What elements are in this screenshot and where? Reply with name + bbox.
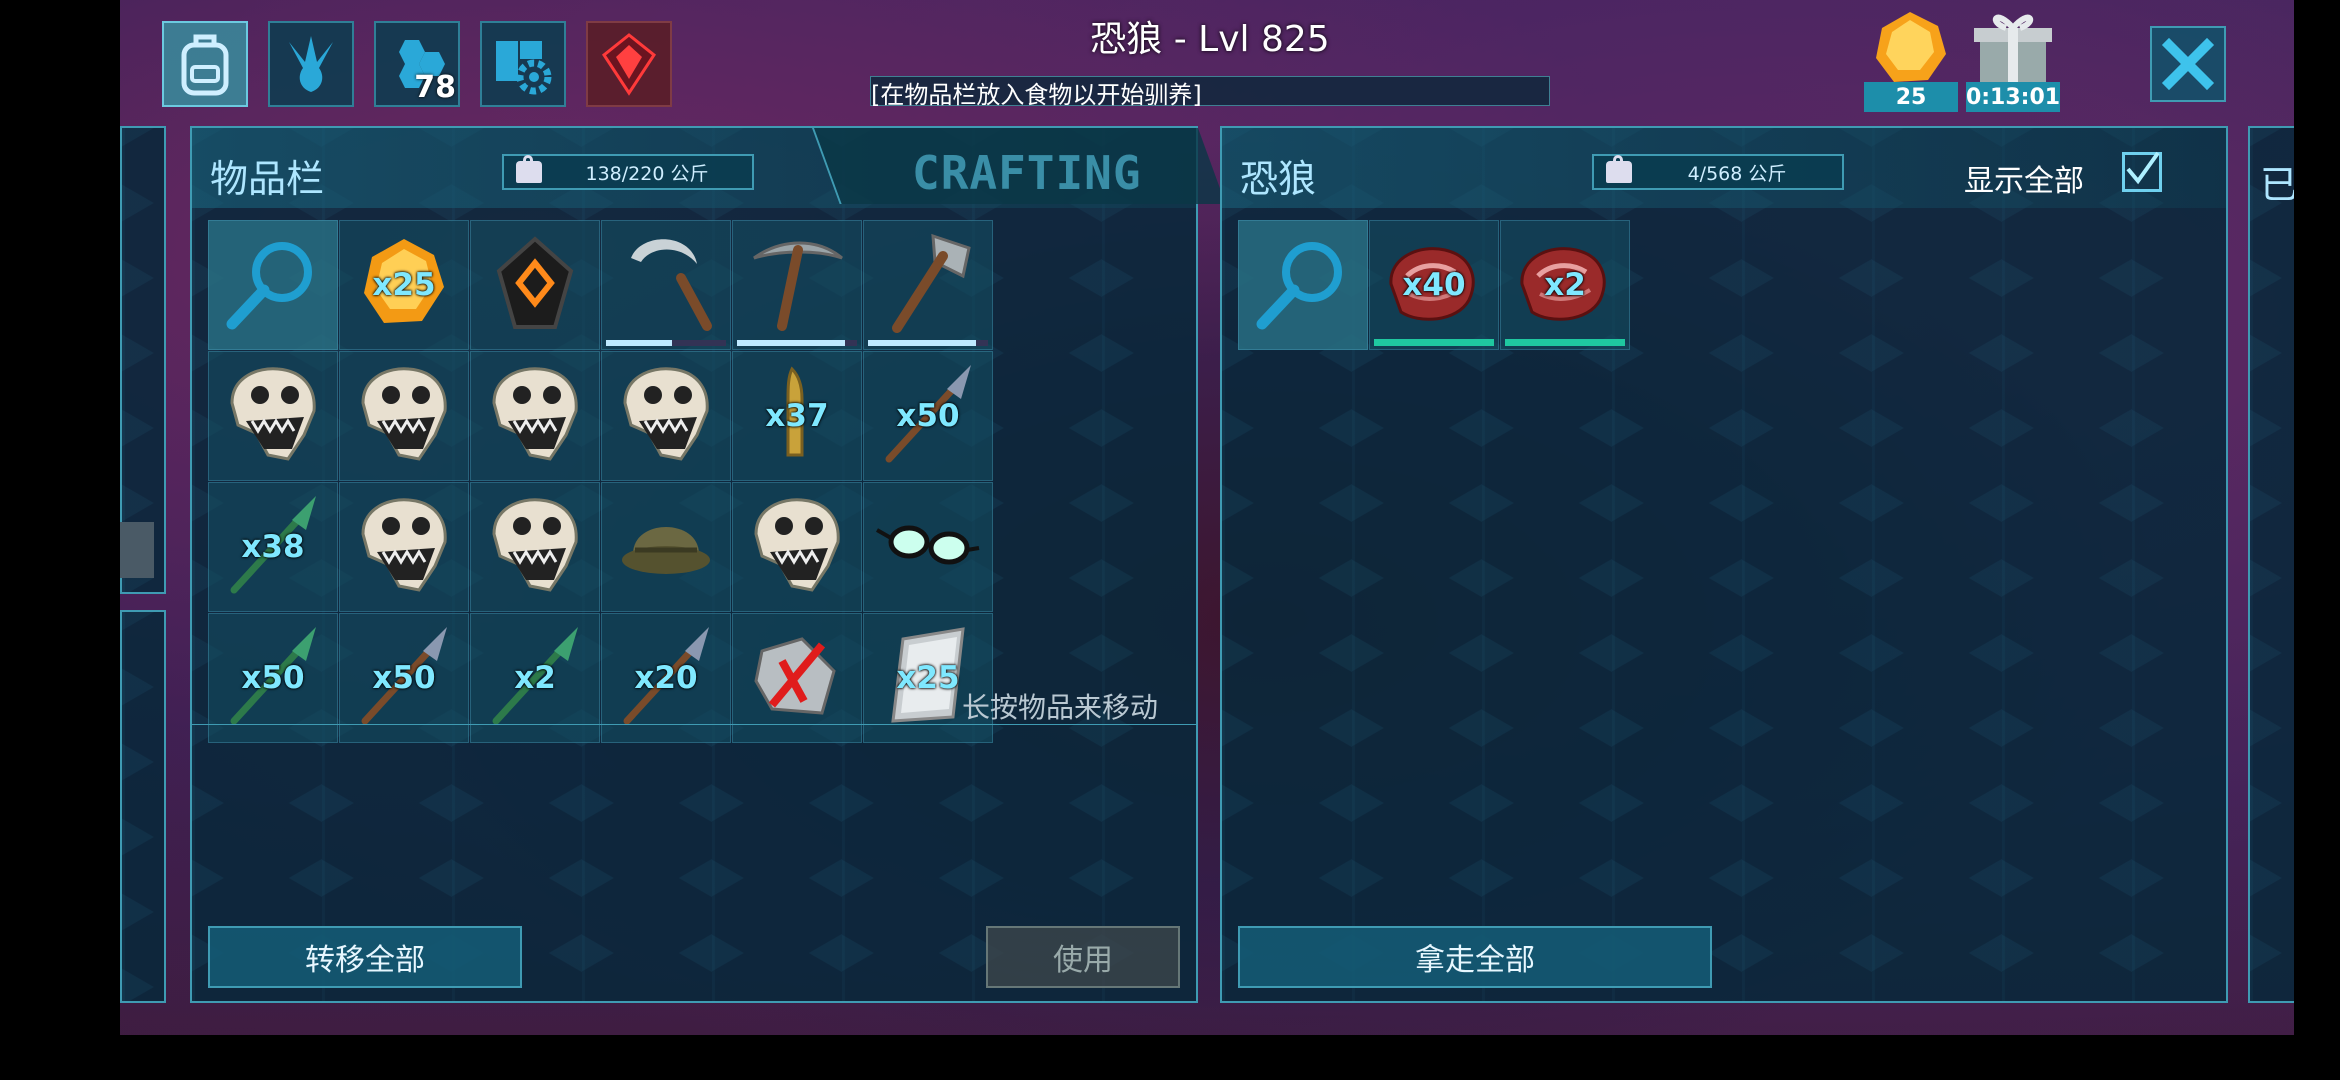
inventory-slot[interactable] <box>339 351 469 481</box>
element-counter: 25 <box>1864 8 1958 112</box>
gift-box-icon <box>1974 14 2052 84</box>
inventory-weight-text: 138/220 公斤 <box>585 162 709 185</box>
game-scene: 78 恐狼 - Lvl 825 [在物品栏放入食物以开始驯养] 25 0:13:… <box>120 0 2294 1035</box>
book-gear-icon <box>496 41 552 95</box>
backpack-icon <box>181 34 229 96</box>
inventory-slot[interactable]: x40 <box>1369 220 1499 350</box>
inventory-weight: 138/220 公斤 <box>502 154 754 190</box>
item-quantity: x20 <box>634 660 698 696</box>
check-icon <box>2126 151 2160 185</box>
settings-tab[interactable] <box>480 21 566 107</box>
creature-grid: x40 x2 <box>1238 220 2023 350</box>
far-right-panel: 已 <box>2248 126 2294 1003</box>
creature-weight: 4/568 公斤 <box>1592 154 1844 190</box>
weight-icon <box>1606 155 1632 183</box>
engram-badge: 78 <box>414 70 456 105</box>
engrams-tab[interactable]: 78 <box>374 21 460 107</box>
inventory-slot[interactable] <box>470 482 600 612</box>
inventory-grid: x25 x37 x50 x38 x50 x50 x2 x20 x25 <box>208 220 993 743</box>
take-all-button[interactable]: 拿走全部 <box>1238 926 1712 988</box>
skull-icon <box>349 359 459 473</box>
item-quantity: x50 <box>896 398 960 434</box>
inventory-slot[interactable] <box>470 220 600 350</box>
inventory-slot[interactable]: x25 <box>339 220 469 350</box>
item-quantity: x50 <box>241 660 305 696</box>
creature-title: 恐狼 <box>1240 157 1317 201</box>
left-edge-handle[interactable] <box>120 522 154 578</box>
dino-footprint-icon <box>289 36 333 92</box>
inventory-slot[interactable] <box>863 482 993 612</box>
skull-icon <box>480 359 590 473</box>
hatchet-icon <box>873 228 983 342</box>
search-icon <box>1248 228 1358 342</box>
inventory-slot[interactable] <box>601 482 731 612</box>
gift-timer[interactable]: 0:13:01 <box>1966 8 2060 112</box>
inventory-tab[interactable] <box>162 21 248 107</box>
gift-timer-text: 0:13:01 <box>1966 82 2060 112</box>
freshness-bar <box>1374 339 1494 346</box>
glasses-icon <box>873 490 983 604</box>
element-count: 25 <box>1864 82 1958 112</box>
durability-bar <box>606 340 726 346</box>
implant-tab[interactable] <box>586 21 672 107</box>
inventory-slot[interactable] <box>732 220 862 350</box>
pith-helmet-icon <box>611 490 721 604</box>
inventory-slot[interactable] <box>339 482 469 612</box>
weight-icon <box>516 155 542 183</box>
taming-hint: [在物品栏放入食物以开始驯养] <box>871 81 1202 109</box>
skull-icon <box>480 490 590 604</box>
search-slot[interactable] <box>208 220 338 350</box>
item-quantity: x40 <box>1402 267 1466 303</box>
inventory-slot[interactable] <box>732 482 862 612</box>
item-quantity: x50 <box>372 660 436 696</box>
durability-bar <box>868 340 988 346</box>
left-edge-panel-lower <box>120 610 166 1003</box>
inventory-slot[interactable]: x38 <box>208 482 338 612</box>
inventory-slot[interactable]: x37 <box>732 351 862 481</box>
show-all-label: 显示全部 <box>1964 164 2084 199</box>
inventory-slot[interactable]: x2 <box>1500 220 1630 350</box>
crafting-tab-label[interactable]: CRAFTING <box>912 146 1142 200</box>
inventory-slot[interactable] <box>863 220 993 350</box>
taming-hint-bar: [在物品栏放入食物以开始驯养] <box>870 76 1550 109</box>
broken-item-icon <box>742 621 852 735</box>
item-quantity: x2 <box>1544 267 1586 303</box>
far-right-tab-label[interactable]: 已 <box>2260 154 2294 209</box>
inventory-title: 物品栏 <box>210 157 325 201</box>
item-quantity: x38 <box>241 529 305 565</box>
show-all-checkbox[interactable] <box>2122 151 2162 192</box>
item-quantity: x2 <box>514 660 556 696</box>
skull-icon <box>349 490 459 604</box>
red-crystal-icon <box>601 33 657 96</box>
close-icon <box>2161 37 2215 91</box>
item-quantity: x37 <box>765 398 829 434</box>
sickle-icon <box>611 228 721 342</box>
use-button[interactable]: 使用 <box>986 926 1180 988</box>
transfer-all-button[interactable]: 转移全部 <box>208 926 522 988</box>
search-slot[interactable] <box>1238 220 1368 350</box>
pickaxe-icon <box>742 228 852 342</box>
inventory-slot[interactable] <box>601 220 731 350</box>
durability-bar <box>737 340 857 346</box>
creature-weight-text: 4/568 公斤 <box>1687 162 1787 185</box>
inventory-panel: 物品栏 138/220 公斤 CRAFTING x25 x37 x50 x38 x50 x… <box>190 126 1226 1003</box>
move-hint: 长按物品来移动 <box>962 691 1159 724</box>
inventory-slot[interactable] <box>601 351 731 481</box>
element-icon <box>1876 12 1946 82</box>
creature-panel: 恐狼 4/568 公斤 显示全部 x40 x2 拿走全部 <box>1220 126 2228 1003</box>
item-quantity: x25 <box>372 267 436 303</box>
inventory-slot[interactable]: x50 <box>863 351 993 481</box>
skull-icon <box>742 490 852 604</box>
freshness-bar <box>1505 339 1625 346</box>
implant-icon <box>485 233 585 337</box>
inventory-slot[interactable] <box>208 351 338 481</box>
inventory-slot[interactable] <box>470 351 600 481</box>
search-icon <box>218 228 328 342</box>
close-button[interactable] <box>2150 26 2226 102</box>
skull-icon <box>611 359 721 473</box>
page-title: 恐狼 - Lvl 825 <box>1090 19 1330 60</box>
skull-icon <box>218 359 328 473</box>
tribe-tab[interactable] <box>268 21 354 107</box>
